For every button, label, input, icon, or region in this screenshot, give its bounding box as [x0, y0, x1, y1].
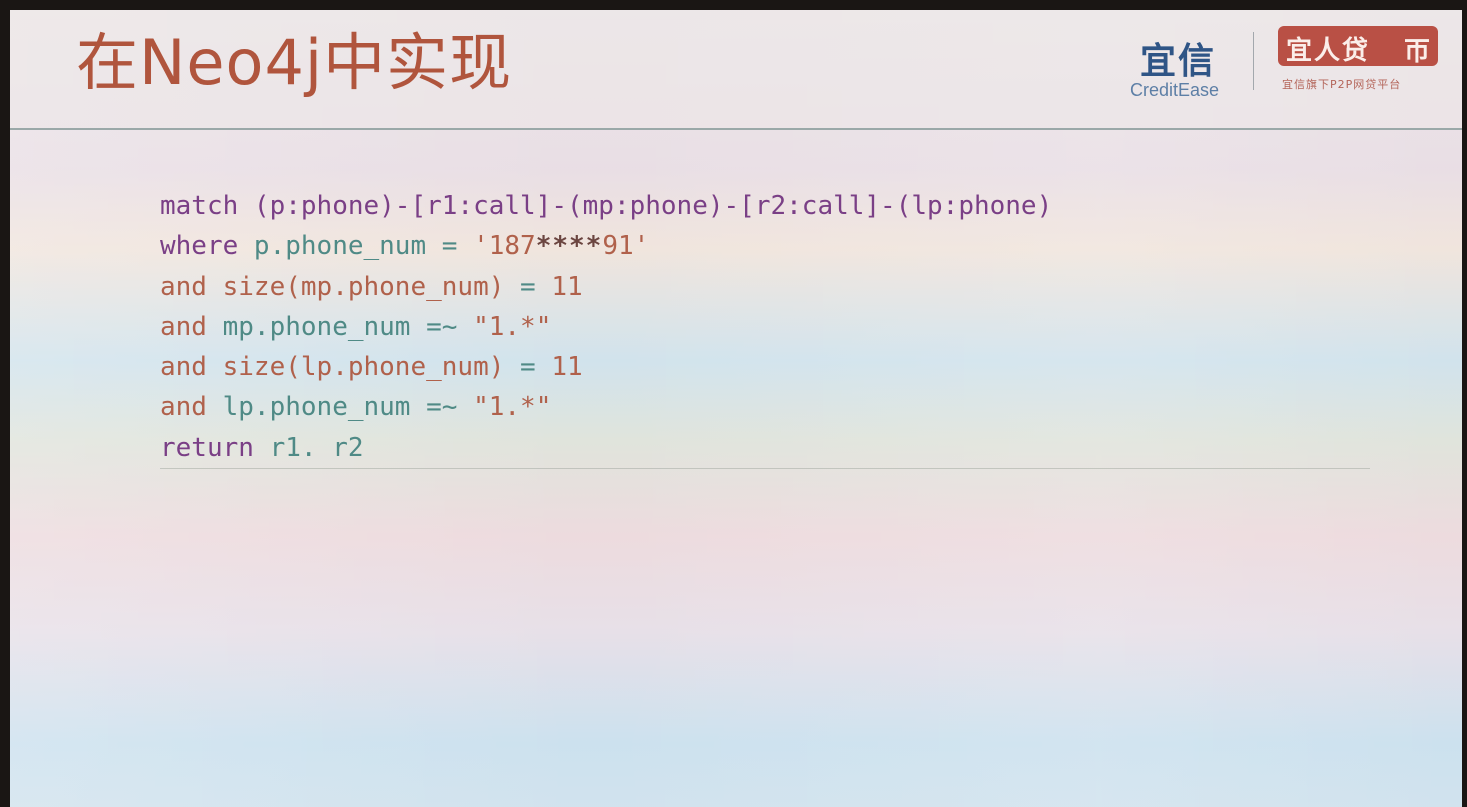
code-token: ****	[535, 231, 603, 262]
code-token: and	[160, 311, 223, 342]
creditease-logo: 宜信 CreditEase	[1130, 28, 1240, 100]
code-token: and	[160, 392, 223, 423]
logo-separator	[1253, 32, 1254, 90]
yirendai-tagline: 宜信旗下P2P网贷平台	[1282, 78, 1402, 91]
code-token: and	[160, 352, 223, 383]
code-line: match (p:phone)-[r1:call]-(mp:phone)-[r2…	[160, 186, 1052, 226]
code-token: (p:phone)-[r1:call]-(mp:phone)-[r2:call]…	[253, 191, 1053, 221]
code-token: 11	[551, 352, 583, 383]
code-token: 91'	[602, 231, 650, 262]
code-token: r1. r2	[269, 432, 364, 463]
code-baseline-rule	[160, 468, 1370, 469]
title-divider	[10, 128, 1462, 130]
code-token: size(mp.phone_num)	[222, 271, 505, 302]
code-line: and mp.phone_num =~ "1.*"	[160, 307, 1052, 347]
code-token: =	[504, 271, 552, 302]
code-line: where p.phone_num = '187****91'	[160, 226, 1052, 266]
code-token: "1.*"	[473, 311, 552, 342]
code-token: mp.phone_num =~	[222, 311, 474, 342]
yirendai-mark-icon: 帀	[1404, 37, 1431, 67]
code-token: '187	[473, 231, 536, 262]
code-token: where	[160, 231, 254, 262]
code-line: return r1. r2	[160, 428, 1052, 468]
code-line: and size(mp.phone_num) = 11	[160, 267, 1052, 307]
slide-title: 在Neo4j中实现	[76, 26, 513, 99]
creditease-logo-chinese: 宜信	[1140, 41, 1217, 82]
code-token: lp.phone_num =~	[222, 392, 474, 423]
code-line: and size(lp.phone_num) = 11	[160, 347, 1052, 387]
yirendai-logo: 宜人贷 帀 宜信旗下P2P网贷平台	[1278, 26, 1444, 100]
code-token: "1.*"	[473, 392, 552, 423]
yirendai-logo-text: 宜人贷	[1286, 36, 1371, 66]
code-token: return	[160, 432, 270, 463]
presentation-slide: 在Neo4j中实现 宜信 CreditEase 宜人贷 帀 宜信旗下P2P网贷平…	[10, 10, 1462, 807]
code-token: match	[160, 191, 254, 221]
code-token: size(lp.phone_num)	[222, 352, 505, 383]
code-token: =	[504, 352, 552, 383]
code-line: and lp.phone_num =~ "1.*"	[160, 387, 1052, 427]
code-token: 11	[551, 271, 583, 302]
creditease-logo-english: CreditEase	[1130, 80, 1220, 100]
cypher-code-block: match (p:phone)-[r1:call]-(mp:phone)-[r2…	[160, 186, 1052, 468]
code-token: and	[160, 271, 223, 302]
code-token: p.phone_num =	[253, 231, 474, 262]
